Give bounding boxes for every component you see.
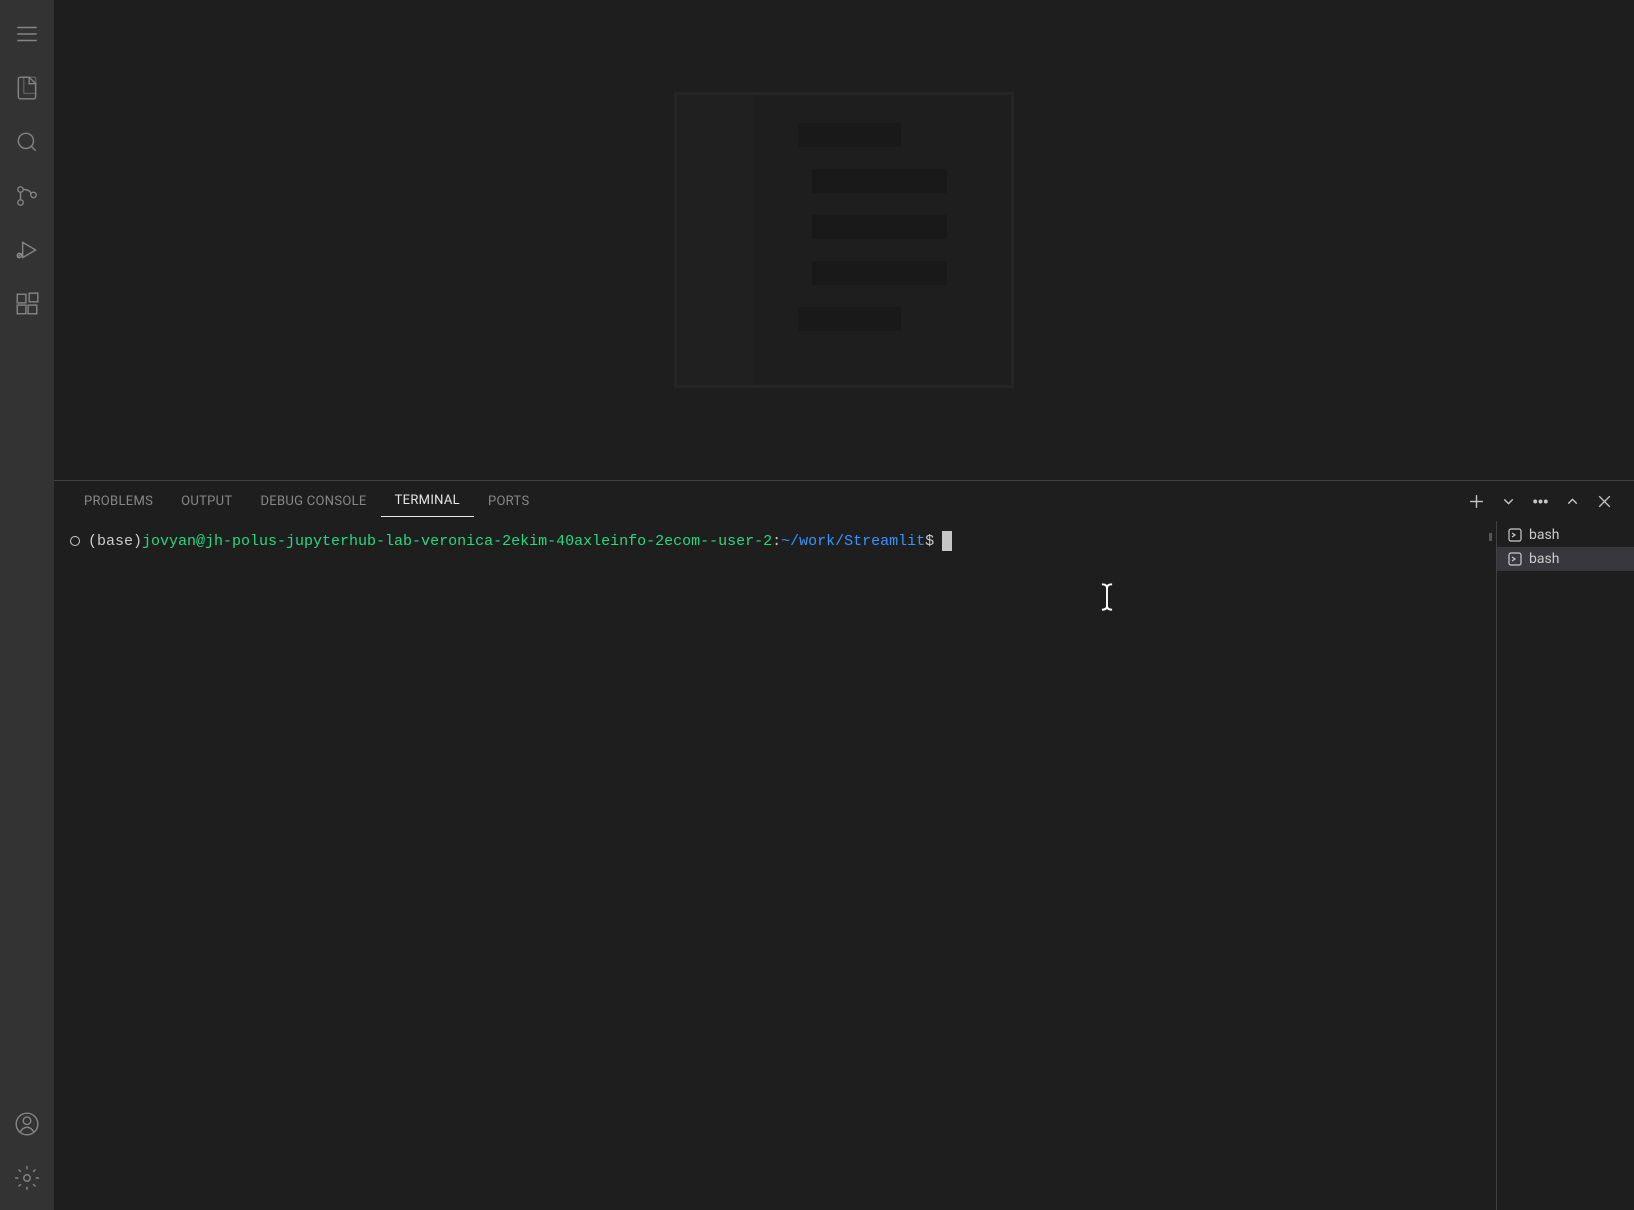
panel-area: PROBLEMS OUTPUT DEBUG CONSOLE TERMINAL P… <box>54 480 1634 1210</box>
terminal-line: (base) jovyan@jh-polus-jupyterhub-lab-ve… <box>70 531 1480 551</box>
new-terminal-icon[interactable] <box>1466 491 1486 511</box>
menu-icon[interactable] <box>11 18 43 50</box>
placeholder-bar <box>798 307 901 331</box>
panel-tabs: PROBLEMS OUTPUT DEBUG CONSOLE TERMINAL P… <box>54 481 1634 521</box>
terminal-prompt: $ <box>925 533 934 550</box>
terminal-list-item[interactable]: bash <box>1497 523 1634 547</box>
source-control-icon[interactable] <box>11 180 43 212</box>
close-panel-icon[interactable] <box>1594 491 1614 511</box>
tab-output[interactable]: OUTPUT <box>167 486 246 517</box>
main-content: PROBLEMS OUTPUT DEBUG CONSOLE TERMINAL P… <box>54 0 1634 1210</box>
placeholder-bar <box>812 169 947 193</box>
terminal-area[interactable]: (base) jovyan@jh-polus-jupyterhub-lab-ve… <box>54 521 1496 1210</box>
panel-actions <box>1466 491 1618 511</box>
tab-problems[interactable]: PROBLEMS <box>70 486 167 517</box>
terminal-list: bash bash <box>1496 521 1634 1210</box>
terminal-status-icon <box>70 536 80 546</box>
editor-placeholder <box>674 92 1014 388</box>
text-cursor-icon <box>1096 583 1118 616</box>
placeholder-content <box>772 95 1011 385</box>
scrollbar-indicator[interactable] <box>1489 533 1492 541</box>
more-icon[interactable] <box>1530 491 1550 511</box>
search-icon[interactable] <box>11 126 43 158</box>
bash-icon <box>1507 551 1523 567</box>
editor-area <box>54 0 1634 480</box>
tab-terminal[interactable]: TERMINAL <box>381 485 474 517</box>
run-debug-icon[interactable] <box>11 234 43 266</box>
terminal-path: ~/work/Streamlit <box>781 533 925 550</box>
extensions-icon[interactable] <box>11 288 43 320</box>
panel-body: (base) jovyan@jh-polus-jupyterhub-lab-ve… <box>54 521 1634 1210</box>
accounts-icon[interactable] <box>11 1108 43 1140</box>
maximize-panel-icon[interactable] <box>1562 491 1582 511</box>
explorer-icon[interactable] <box>11 72 43 104</box>
terminal-user-host: jovyan@jh-polus-jupyterhub-lab-veronica-… <box>142 533 772 550</box>
settings-icon[interactable] <box>11 1162 43 1194</box>
tab-ports[interactable]: PORTS <box>474 486 544 517</box>
terminal-list-item[interactable]: bash <box>1497 547 1634 571</box>
terminal-item-label: bash <box>1529 527 1559 543</box>
terminal-colon: : <box>772 533 781 550</box>
terminal-item-label: bash <box>1529 551 1559 567</box>
terminal-chevron-icon[interactable] <box>1498 491 1518 511</box>
placeholder-bar <box>812 261 947 285</box>
placeholder-sidebar <box>677 95 772 385</box>
tab-debug-console[interactable]: DEBUG CONSOLE <box>246 486 380 517</box>
activity-bar <box>0 0 54 1210</box>
terminal-env: (base) <box>88 533 142 550</box>
bash-icon <box>1507 527 1523 543</box>
placeholder-bar <box>798 123 901 147</box>
placeholder-bar <box>812 215 947 239</box>
terminal-cursor <box>942 531 952 551</box>
